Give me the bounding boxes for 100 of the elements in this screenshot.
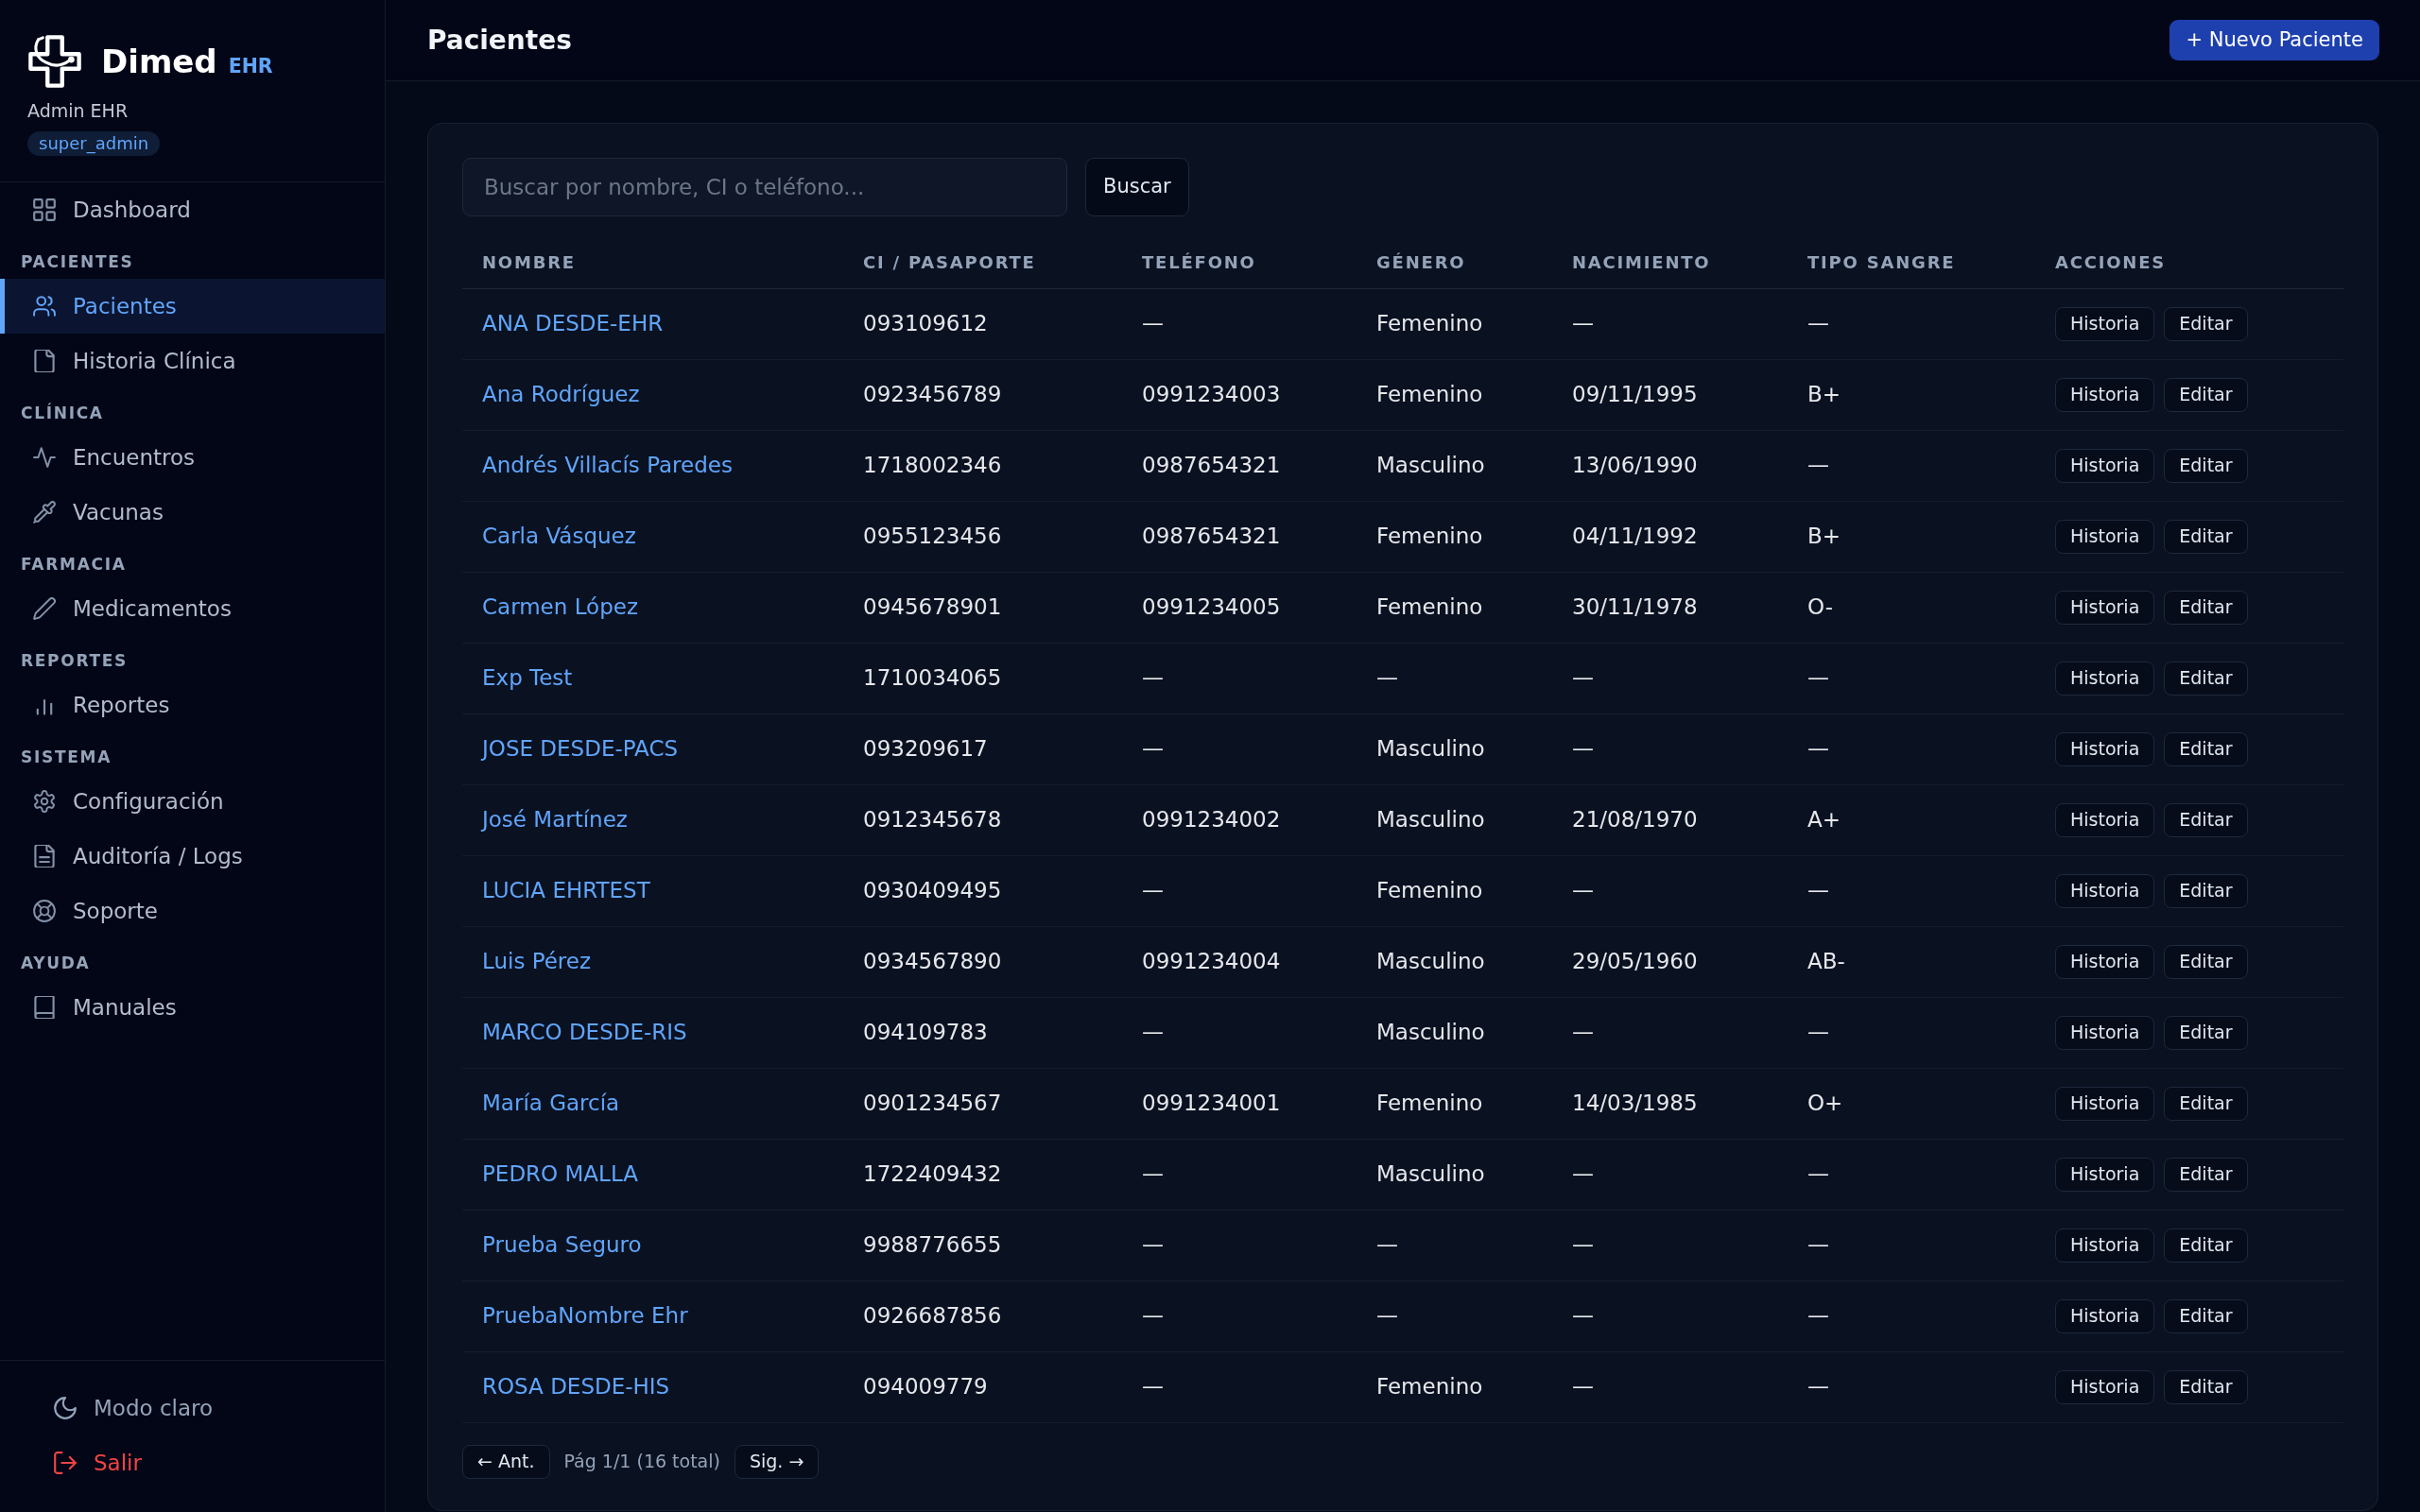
history-button[interactable]: Historia: [2055, 802, 2155, 837]
patient-name-link[interactable]: MARCO DESDE-RIS: [482, 1020, 687, 1045]
column-header: TIPO SANGRE: [1788, 236, 2035, 288]
history-button[interactable]: Historia: [2055, 731, 2155, 766]
edit-button[interactable]: Editar: [2164, 1157, 2248, 1192]
patient-name-link[interactable]: Exp Test: [482, 665, 573, 691]
patient-name-link[interactable]: Carla Vásquez: [482, 524, 636, 549]
edit-button[interactable]: Editar: [2164, 1228, 2248, 1263]
pulse-icon: [33, 446, 56, 469]
theme-toggle-button[interactable]: Modo claro: [0, 1381, 385, 1435]
file-icon: [33, 350, 56, 372]
sidebar-item[interactable]: Reportes: [0, 678, 385, 732]
patient-name-link[interactable]: JOSE DESDE-PACS: [482, 736, 679, 762]
edit-button[interactable]: Editar: [2164, 1086, 2248, 1121]
edit-button[interactable]: Editar: [2164, 1015, 2248, 1050]
patient-name-link[interactable]: José Martínez: [482, 807, 628, 833]
sidebar-item[interactable]: Configuración: [0, 774, 385, 829]
table-cell: B+: [1788, 359, 2035, 430]
sidebar-section-heading: FARMACIA: [20, 554, 128, 576]
previous-page-button[interactable]: ← Ant.: [462, 1444, 550, 1479]
patient-name-link[interactable]: PEDRO MALLA: [482, 1161, 638, 1187]
search-field[interactable]: Buscar por nombre, CI o teléfono...: [462, 158, 1067, 216]
table-cell: —: [1788, 997, 2035, 1068]
sidebar-item[interactable]: Medicamentos: [0, 581, 385, 636]
sidebar-item[interactable]: Encuentros: [0, 430, 385, 485]
table-cell: —: [1122, 1351, 1357, 1422]
sidebar-section-heading: PACIENTES: [20, 251, 135, 273]
history-button[interactable]: Historia: [2055, 1298, 2155, 1333]
column-header: NACIMIENTO: [1552, 236, 1788, 288]
patient-name-link[interactable]: Prueba Seguro: [482, 1232, 642, 1258]
history-button[interactable]: Historia: [2055, 377, 2155, 412]
document-icon: [33, 845, 56, 868]
table-cell: O+: [1788, 1068, 2035, 1139]
patient-name-link[interactable]: LUCIA EHRTEST: [482, 878, 650, 903]
table-cell: —: [1122, 288, 1357, 359]
edit-button[interactable]: Editar: [2164, 802, 2248, 837]
table-cell: 0991234003: [1122, 359, 1357, 430]
edit-button[interactable]: Editar: [2164, 731, 2248, 766]
table-cell: 0991234004: [1122, 926, 1357, 997]
table-cell: Femenino: [1357, 1068, 1552, 1139]
edit-button[interactable]: Editar: [2164, 944, 2248, 979]
table-cell: —: [1552, 713, 1788, 784]
sidebar-item[interactable]: Manuales: [0, 980, 385, 1035]
patient-name-link[interactable]: PruebaNombre Ehr: [482, 1303, 688, 1329]
edit-button[interactable]: Editar: [2164, 661, 2248, 696]
patient-name-link[interactable]: María García: [482, 1091, 620, 1116]
sidebar-item[interactable]: Vacunas: [0, 485, 385, 540]
patient-name-link[interactable]: Carmen López: [482, 594, 638, 620]
table-cell: —: [1788, 1210, 2035, 1280]
new-patient-button[interactable]: + Nuevo Paciente: [2169, 20, 2379, 60]
table-cell: 0955123456: [843, 501, 1122, 572]
history-button[interactable]: Historia: [2055, 661, 2155, 696]
patient-name-link[interactable]: Andrés Villacís Paredes: [482, 453, 733, 478]
edit-button[interactable]: Editar: [2164, 519, 2248, 554]
book-icon: [33, 996, 56, 1019]
edit-button[interactable]: Editar: [2164, 873, 2248, 908]
table-cell: 0930409495: [843, 855, 1122, 926]
table-cell: 094109783: [843, 997, 1122, 1068]
edit-button[interactable]: Editar: [2164, 377, 2248, 412]
history-button[interactable]: Historia: [2055, 590, 2155, 625]
table-cell: 093209617: [843, 713, 1122, 784]
patient-name-link[interactable]: Luis Pérez: [482, 949, 592, 974]
history-button[interactable]: Historia: [2055, 1015, 2155, 1050]
search-button[interactable]: Buscar: [1085, 158, 1189, 216]
next-page-button[interactable]: Sig. →: [734, 1444, 820, 1479]
history-button[interactable]: Historia: [2055, 1086, 2155, 1121]
patient-name-link[interactable]: Ana Rodríguez: [482, 382, 640, 407]
history-button[interactable]: Historia: [2055, 306, 2155, 341]
table-cell: 0945678901: [843, 572, 1122, 643]
sidebar-section-heading: SISTEMA: [20, 747, 112, 768]
table-cell: —: [1122, 855, 1357, 926]
history-button[interactable]: Historia: [2055, 519, 2155, 554]
edit-button[interactable]: Editar: [2164, 1369, 2248, 1404]
edit-button[interactable]: Editar: [2164, 448, 2248, 483]
sidebar-item[interactable]: Dashboard: [0, 182, 385, 237]
table-cell: 0923456789: [843, 359, 1122, 430]
history-button[interactable]: Historia: [2055, 1369, 2155, 1404]
table-cell: 094009779: [843, 1351, 1122, 1422]
table-cell: —: [1552, 1351, 1788, 1422]
sidebar-item[interactable]: Soporte: [0, 884, 385, 938]
history-button[interactable]: Historia: [2055, 448, 2155, 483]
history-button[interactable]: Historia: [2055, 1228, 2155, 1263]
column-header: ACCIONES: [2035, 236, 2343, 288]
logout-button[interactable]: Salir: [0, 1435, 385, 1490]
history-button[interactable]: Historia: [2055, 1157, 2155, 1192]
patient-name-link[interactable]: ROSA DESDE-HIS: [482, 1374, 670, 1400]
patient-name-link[interactable]: ANA DESDE-EHR: [482, 311, 664, 336]
history-button[interactable]: Historia: [2055, 873, 2155, 908]
sidebar-item[interactable]: Pacientes: [0, 279, 385, 334]
edit-button[interactable]: Editar: [2164, 590, 2248, 625]
table-cell: —: [1357, 643, 1552, 713]
column-header: TELÉFONO: [1122, 236, 1357, 288]
user-name: Admin EHR: [27, 99, 130, 122]
edit-button[interactable]: Editar: [2164, 306, 2248, 341]
sidebar-item[interactable]: Auditoría / Logs: [0, 829, 385, 884]
table-cell: 0991234001: [1122, 1068, 1357, 1139]
sidebar-item[interactable]: Historia Clínica: [0, 334, 385, 388]
edit-button[interactable]: Editar: [2164, 1298, 2248, 1333]
table-cell: Masculino: [1357, 713, 1552, 784]
history-button[interactable]: Historia: [2055, 944, 2155, 979]
